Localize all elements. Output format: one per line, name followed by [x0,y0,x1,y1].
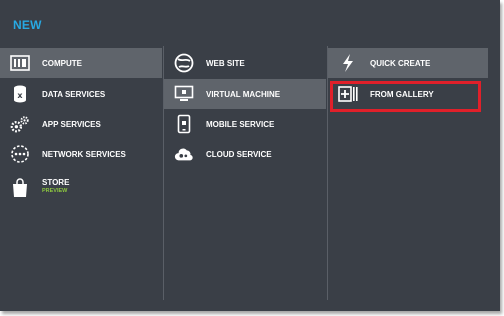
menu-item-virtual-machine[interactable]: VIRTUAL MACHINE [164,79,326,109]
svg-text:x: x [17,91,23,100]
cloud-service-icon [174,144,194,164]
mobile-service-icon [174,114,194,134]
menu-item-label: COMPUTE [42,59,82,68]
preview-badge: PREVIEW [42,188,68,194]
menu-item-label: VIRTUAL MACHINE [206,90,281,99]
dialog-title: NEW [13,18,42,32]
menu-item-label: QUICK CREATE [370,59,431,68]
new-dialog: NEW COMPUTE x DATA SERVICES APP SERVICES… [0,0,500,311]
menu-item-app-services[interactable]: APP SERVICES [0,109,162,139]
menu-item-label: WEB SITE [206,59,245,68]
menu-item-web-site[interactable]: WEB SITE [164,48,326,78]
menu-item-network-services[interactable]: NETWORK SERVICES [0,139,162,169]
menu-item-label: DATA SERVICES [42,90,106,99]
menu-item-mobile-service[interactable]: MOBILE SERVICE [164,109,326,139]
lightning-icon [338,53,358,73]
menu-item-data-services[interactable]: x DATA SERVICES [0,79,162,109]
menu-item-label: APP SERVICES [42,120,101,129]
web-site-icon [174,53,194,73]
menu-item-compute[interactable]: COMPUTE [0,48,162,78]
menu-item-label: CLOUD SERVICE [206,150,272,159]
menu-item-label: NETWORK SERVICES [42,150,126,159]
virtual-machine-icon [174,84,194,104]
store-icon [10,178,30,198]
network-services-icon [10,144,30,164]
data-services-icon: x [10,84,30,104]
menu-item-label: STORE [42,178,70,187]
compute-icon [10,53,30,73]
category-column: COMPUTE x DATA SERVICES APP SERVICES NET… [0,46,162,300]
app-services-icon [10,114,30,134]
menu-item-label: MOBILE SERVICE [206,120,275,129]
menu-item-quick-create[interactable]: QUICK CREATE [328,48,488,78]
menu-item-store[interactable]: STORE PREVIEW [0,170,162,206]
menu-item-cloud-service[interactable]: CLOUD SERVICE [164,139,326,169]
highlight-box [330,81,481,112]
service-column: WEB SITE VIRTUAL MACHINE MOBILE SERVICE … [164,46,326,300]
